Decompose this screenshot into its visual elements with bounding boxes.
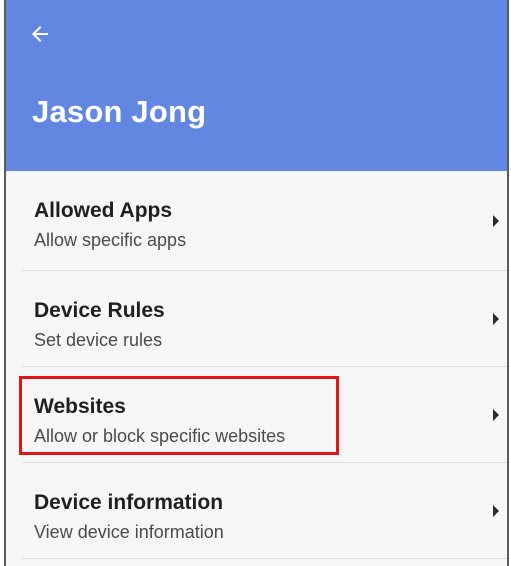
list-item-device-information[interactable]: Device information View device informati… bbox=[22, 463, 507, 559]
item-subtitle: View device information bbox=[34, 522, 224, 542]
chevron-right-icon bbox=[493, 214, 499, 227]
item-title: Device information bbox=[34, 491, 224, 514]
chevron-right-icon bbox=[493, 408, 499, 421]
chevron-right-icon bbox=[493, 312, 499, 325]
item-title: Websites bbox=[34, 395, 126, 418]
device-settings-screen: Jason Jong Allowed Apps Allow specific a… bbox=[4, 0, 509, 566]
app-bar: Jason Jong bbox=[6, 0, 507, 171]
arrow-left-icon bbox=[32, 26, 48, 42]
item-title: Allowed Apps bbox=[34, 199, 173, 222]
page-title: Jason Jong bbox=[32, 94, 207, 129]
list-item-websites[interactable]: Websites Allow or block specific website… bbox=[22, 367, 507, 463]
item-subtitle: Allow specific apps bbox=[34, 230, 187, 250]
item-title: Device Rules bbox=[34, 299, 165, 322]
item-subtitle: Set device rules bbox=[34, 330, 163, 350]
chevron-right-icon bbox=[493, 504, 499, 517]
item-subtitle: Allow or block specific websites bbox=[34, 426, 286, 446]
list-item-allowed-apps[interactable]: Allowed Apps Allow specific apps bbox=[22, 171, 507, 271]
back-button[interactable] bbox=[22, 16, 58, 52]
settings-list: Allowed Apps Allow specific apps Device … bbox=[6, 171, 507, 559]
list-item-device-rules[interactable]: Device Rules Set device rules bbox=[22, 271, 507, 367]
